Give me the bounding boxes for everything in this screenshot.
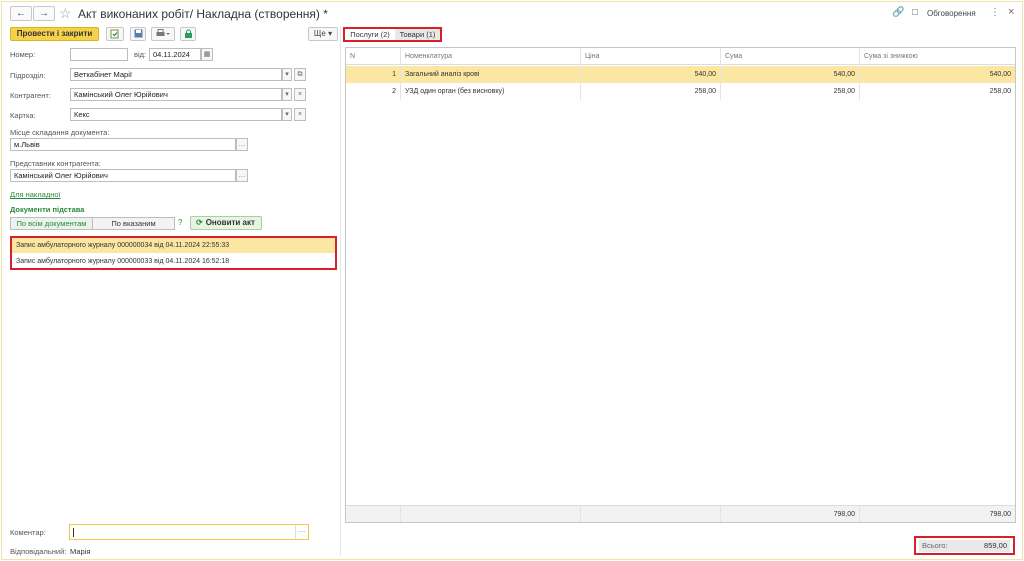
footer-sum: 798,00 — [721, 506, 860, 522]
number-label: Номер: — [10, 50, 36, 59]
cell-sum: 540,00 — [721, 66, 860, 83]
responsible-label: Відповідальний: — [10, 547, 67, 556]
contractor-input[interactable]: Камінський Олег Юрійович — [70, 88, 282, 101]
representative-input[interactable]: Камінський Олег Юрійович — [10, 169, 236, 182]
col-sum-discount-header[interactable]: Сума зі знижкою — [860, 48, 1015, 65]
table-row[interactable]: 1 Загальний аналіз крові 540,00 540,00 5… — [346, 66, 1015, 83]
footer-n — [346, 506, 401, 522]
col-price-header[interactable]: Ціна — [581, 48, 721, 65]
services-table: N Номенклатура Ціна Сума Сума зі знижкою… — [345, 47, 1016, 523]
cell-sum-discount: 258,00 — [989, 88, 1011, 95]
date-label: від: — [134, 50, 147, 59]
invoice-link[interactable]: Для накладної — [10, 190, 61, 199]
footer-sum-discount: 798,00 — [860, 506, 1015, 522]
list-item[interactable]: Запис амбулаторного журналу 000000034 ві… — [12, 238, 335, 253]
comment-label: Коментар: — [10, 528, 46, 537]
card-clear-icon[interactable]: × — [294, 108, 306, 121]
representative-label: Представник контрагента: — [10, 159, 101, 168]
help-icon[interactable]: ? — [178, 218, 182, 227]
arrow-right-icon[interactable]: → — [33, 6, 55, 21]
table-header: N Номенклатура Ціна Сума Сума зі знижкою — [346, 48, 1015, 65]
window-header: ← → ☆ Акт виконаних робіт/ Накладна (ств… — [2, 2, 1024, 26]
place-label: Місце складання документа: — [10, 128, 110, 137]
table-row[interactable]: 2 УЗД один орган (без висновку) 258,00 2… — [346, 83, 1015, 100]
list-item[interactable]: Запис амбулаторного журналу 000000033 ві… — [12, 254, 335, 269]
panel-divider — [340, 26, 341, 556]
total-field: Всього: 859,00 — [919, 540, 1010, 552]
discussion-icon[interactable]: □ — [912, 7, 918, 18]
update-act-label: Оновити акт — [205, 218, 255, 227]
calendar-icon[interactable]: ▦ — [201, 48, 213, 61]
tab-services[interactable]: Послуги (2) — [346, 29, 394, 40]
total-value: 859,00 — [984, 541, 1007, 550]
footer-name — [401, 506, 581, 522]
cell-price: 540,00 — [581, 66, 721, 83]
number-input[interactable] — [70, 48, 128, 61]
contractor-clear-icon[interactable]: × — [294, 88, 306, 101]
save-icon[interactable] — [130, 27, 146, 41]
cell-name: УЗД один орган (без висновку) — [401, 83, 581, 100]
update-act-button[interactable]: ⟳ Оновити акт — [190, 216, 262, 230]
responsible-value: Марія — [70, 547, 91, 556]
contractor-dropdown-icon[interactable]: ▾ — [282, 88, 292, 101]
refresh-icon: ⟳ — [196, 218, 203, 227]
print-icon[interactable] — [151, 27, 175, 41]
representative-select-icon[interactable]: … — [236, 169, 248, 182]
more-vertical-icon[interactable]: ⋮ — [990, 7, 1000, 18]
contractor-label: Контрагент: — [10, 91, 51, 100]
place-select-icon[interactable]: … — [236, 138, 248, 151]
division-dropdown-icon[interactable]: ▾ — [282, 68, 292, 81]
date-input[interactable]: 04.11.2024 — [149, 48, 201, 61]
cell-sum-discount: 540,00 — [989, 71, 1011, 78]
comment-input[interactable]: … — [69, 524, 309, 540]
cell-n: 2 — [346, 83, 401, 100]
post-document-icon[interactable] — [106, 27, 124, 41]
lock-icon[interactable] — [180, 27, 196, 41]
division-input[interactable]: Веткабінет Марії — [70, 68, 282, 81]
division-label: Підрозділ: — [10, 71, 46, 80]
card-input[interactable]: Кекс — [70, 108, 282, 121]
page-title: Акт виконаних робіт/ Накладна (створення… — [78, 7, 328, 21]
footer-price — [581, 506, 721, 522]
close-icon[interactable]: × — [1008, 6, 1014, 18]
seg-selected-documents[interactable]: По вказаним — [92, 217, 175, 230]
card-label: Картка: — [10, 111, 36, 120]
comment-expand-icon[interactable]: … — [295, 525, 308, 539]
arrow-left-icon[interactable]: ← — [10, 6, 32, 21]
total-box: Всього: 859,00 — [914, 536, 1015, 555]
post-and-close-button[interactable]: Провести і закрити — [10, 27, 99, 41]
place-input[interactable]: м.Львів — [10, 138, 236, 151]
card-dropdown-icon[interactable]: ▾ — [282, 108, 292, 121]
basis-documents-list: Запис амбулаторного журналу 000000034 ві… — [10, 236, 337, 270]
tab-bar: Послуги (2) Товари (1) — [343, 27, 442, 42]
seg-all-documents[interactable]: По всім документам — [10, 217, 93, 230]
cell-name: Загальний аналіз крові — [401, 66, 581, 83]
cell-n: 1 — [346, 66, 401, 83]
text-caret — [73, 528, 74, 537]
discussions-link[interactable]: Обговорення — [927, 9, 976, 18]
tab-goods[interactable]: Товари (1) — [395, 29, 440, 40]
more-actions-button[interactable]: Ще ▾ — [308, 27, 338, 41]
link-icon[interactable]: 🔗 — [892, 7, 904, 18]
star-icon[interactable]: ☆ — [59, 5, 72, 21]
cell-price: 258,00 — [581, 83, 721, 100]
col-n-header[interactable]: N — [346, 48, 401, 65]
table-footer: 798,00 798,00 — [346, 505, 1015, 522]
total-label: Всього: — [922, 541, 948, 550]
division-open-icon[interactable]: ⧉ — [294, 68, 306, 81]
cell-sum: 258,00 — [721, 83, 860, 100]
document-window: ← → ☆ Акт виконаних робіт/ Накладна (ств… — [1, 1, 1023, 560]
col-sum-header[interactable]: Сума — [721, 48, 860, 65]
col-name-header[interactable]: Номенклатура — [401, 48, 581, 65]
basis-documents-title: Документи підстава — [10, 205, 85, 214]
